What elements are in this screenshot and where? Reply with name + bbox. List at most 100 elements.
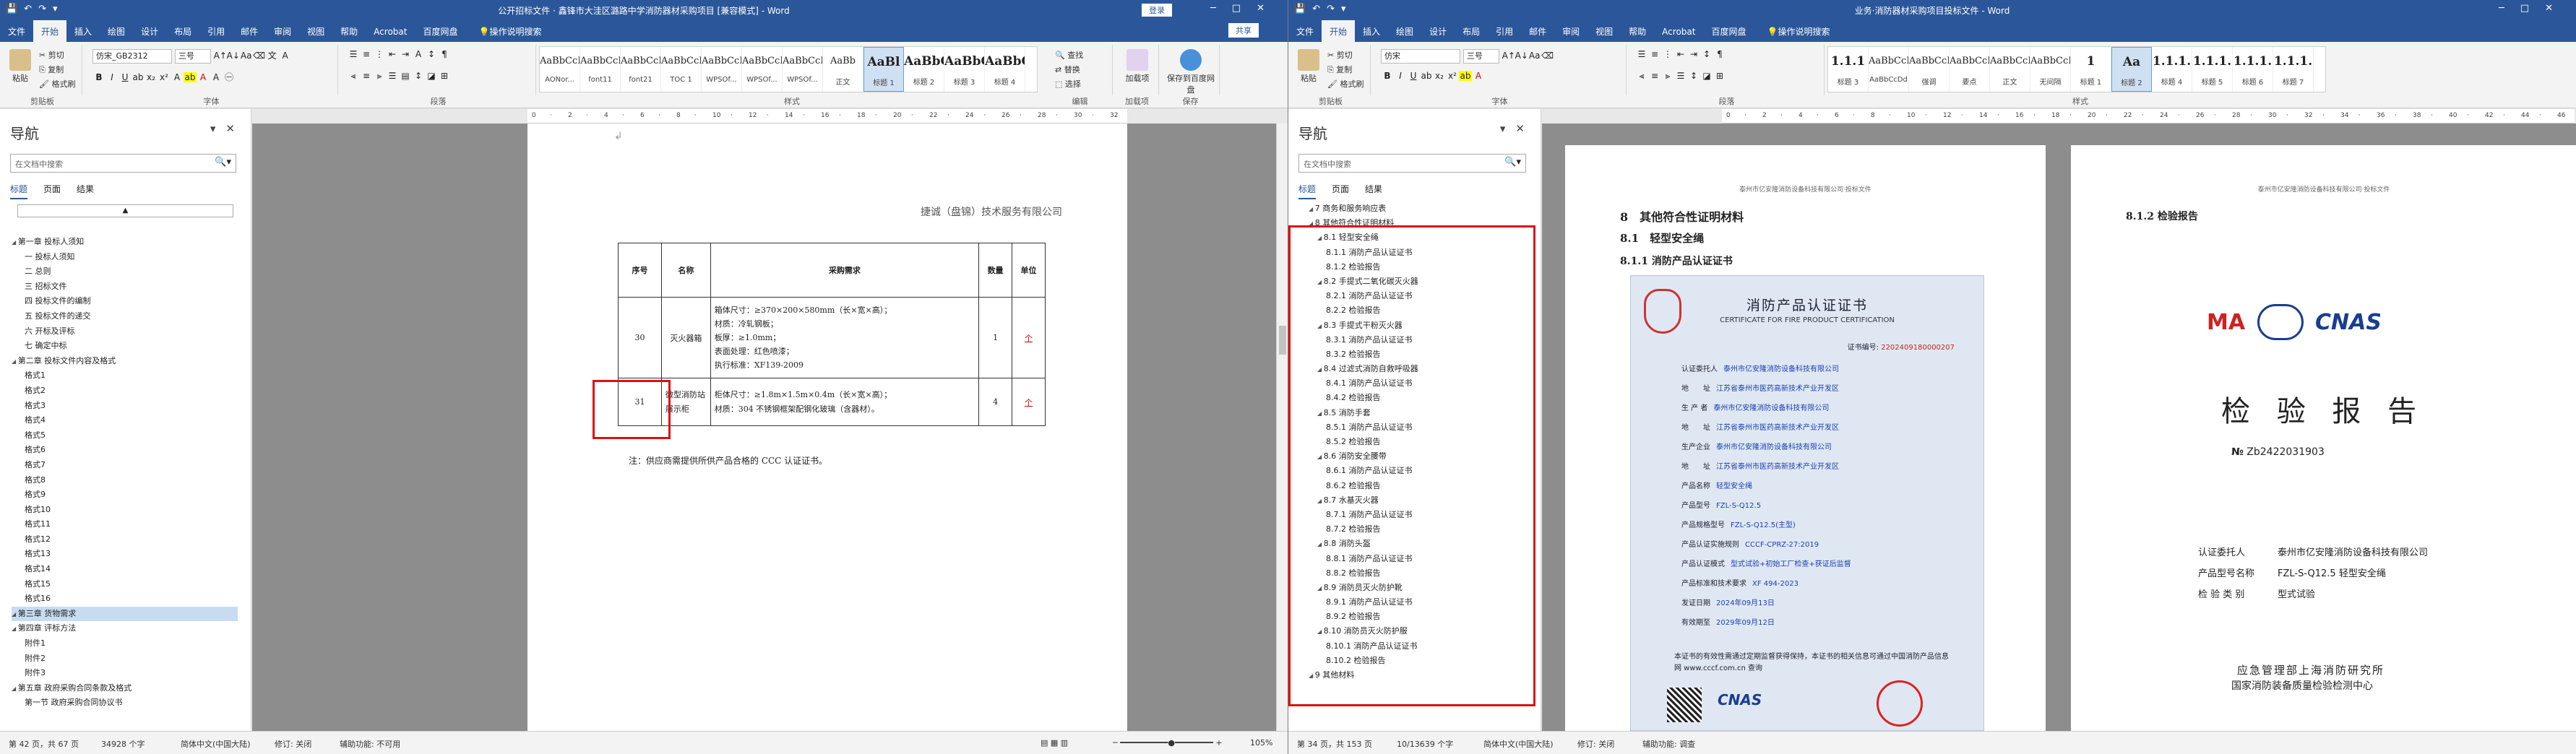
- nav-heading-item[interactable]: 四 投标文件的编制: [12, 294, 238, 309]
- nav-heading-item[interactable]: 格式15: [12, 577, 238, 592]
- cut-button[interactable]: ✂ 剪切: [1327, 49, 1353, 61]
- tab-review[interactable]: 审阅: [266, 20, 299, 42]
- addins-button[interactable]: 加载项: [1121, 49, 1153, 84]
- tab-view[interactable]: 视图: [1588, 20, 1621, 42]
- font-color-icon[interactable]: A: [1472, 71, 1485, 81]
- share-button[interactable]: 共享: [1228, 23, 1259, 38]
- char-border-icon[interactable]: A: [279, 51, 292, 61]
- tab-design[interactable]: 设计: [133, 20, 166, 42]
- font-case-icon[interactable]: Aa: [240, 51, 253, 61]
- copy-button[interactable]: ⎘ 复制: [1327, 64, 1352, 75]
- format-painter-button[interactable]: 🖌 格式刷: [39, 78, 75, 90]
- tab-references[interactable]: 引用: [199, 20, 233, 42]
- multilevel-icon[interactable]: ⋮: [1661, 49, 1674, 59]
- tab-review[interactable]: 审阅: [1554, 20, 1588, 42]
- nav-heading-item[interactable]: 第一节 政府采购合同协议书: [12, 696, 238, 711]
- expand-arrow-icon[interactable]: ◢: [12, 685, 18, 692]
- document-page-2[interactable]: 泰州市亿安隆消防设备科技有限公司·投标文件 8.1.2 检验报告 MA CNAS…: [2071, 145, 2576, 731]
- nav-heading-item[interactable]: 二 总则: [12, 264, 238, 280]
- tab-draw[interactable]: 绘图: [1388, 20, 1421, 42]
- nav-heading-item[interactable]: 三 招标文件: [12, 280, 238, 295]
- table-row[interactable]: 31 微型消防站展示柜 柜体尺寸：≥1.8m×1.5m×0.4m（长×宽×高）；…: [618, 378, 1046, 426]
- tab-layout[interactable]: 布局: [166, 20, 199, 42]
- window-controls[interactable]: ─□✕: [1210, 3, 1280, 14]
- tab-draw[interactable]: 绘图: [100, 20, 133, 42]
- nav-search-input[interactable]: 在文档中搜索 🔍▾: [10, 154, 236, 173]
- italic-icon[interactable]: I: [1394, 71, 1407, 81]
- nav-heading-item[interactable]: 格式8: [12, 473, 238, 488]
- numbering-icon[interactable]: ≡: [360, 49, 373, 59]
- tell-me-search[interactable]: 💡 操作说明搜索: [1754, 20, 1838, 42]
- document-page[interactable]: ↲ 捷诚（盘锦）技术服务有限公司 序号 名称 采购需求 数量 单位 30 灭火器…: [527, 124, 1127, 731]
- nav-tab-pages[interactable]: 页面: [1332, 183, 1349, 198]
- nav-heading-item[interactable]: 附件1: [12, 636, 238, 651]
- shrink-font-icon[interactable]: A↓: [227, 51, 240, 61]
- nav-heading-item[interactable]: 格式2: [12, 384, 238, 399]
- numbering-icon[interactable]: ≡: [1648, 49, 1661, 59]
- strikethrough-icon[interactable]: ab: [1420, 71, 1433, 81]
- status-track-changes[interactable]: 修订: 关闭: [1577, 738, 1614, 750]
- nav-heading-item[interactable]: ◢ 7 商务和服务响应表: [1300, 202, 1528, 216]
- nav-heading-item[interactable]: 六 开标及评标: [12, 324, 238, 339]
- nav-heading-item[interactable]: 附件3: [12, 666, 238, 681]
- tab-acrobat[interactable]: Acrobat: [1654, 22, 1703, 43]
- nav-heading-item[interactable]: 格式16: [12, 592, 238, 607]
- status-language[interactable]: 简体中文(中国大陆): [181, 738, 251, 750]
- increase-indent-icon[interactable]: ⇥: [1687, 49, 1700, 59]
- font-name-select[interactable]: 仿宋_GB2312: [92, 49, 172, 64]
- nav-heading-item[interactable]: 格式7: [12, 458, 238, 473]
- paste-button[interactable]: 粘贴: [1294, 49, 1323, 84]
- highlight-icon[interactable]: ab: [184, 72, 197, 82]
- font-color-icon[interactable]: A: [197, 72, 210, 82]
- shading-icon[interactable]: ◪: [425, 71, 438, 81]
- tab-insert[interactable]: 插入: [66, 20, 100, 42]
- vertical-scrollbar[interactable]: [1276, 124, 1288, 731]
- select-button[interactable]: ⬚ 选择: [1055, 78, 1081, 90]
- status-accessibility[interactable]: 辅助功能: 不可用: [340, 738, 400, 750]
- superscript-icon[interactable]: x²: [1446, 71, 1459, 81]
- nav-controls[interactable]: ▾✕: [210, 122, 245, 135]
- shrink-font-icon[interactable]: A↓: [1515, 51, 1528, 61]
- distributed-icon[interactable]: ▤: [399, 71, 412, 81]
- nav-heading-item[interactable]: 格式13: [12, 547, 238, 562]
- expand-arrow-icon[interactable]: ◢: [12, 625, 18, 632]
- increase-indent-icon[interactable]: ⇥: [399, 49, 412, 59]
- tab-home[interactable]: 开始: [1322, 20, 1356, 42]
- nav-controls[interactable]: ▾✕: [1500, 122, 1535, 135]
- nav-heading-item[interactable]: ◢ 第一章 投标人须知: [12, 235, 238, 250]
- status-track-changes[interactable]: 修订: 关闭: [275, 738, 311, 750]
- strikethrough-icon[interactable]: ab: [132, 72, 145, 82]
- zoom-slider[interactable]: ─ ━━━━━━━━━━●━━━━━━━━ +: [1113, 738, 1223, 748]
- multilevel-icon[interactable]: ⋮: [373, 49, 386, 59]
- phonetic-icon[interactable]: 文: [266, 49, 279, 61]
- certificate-image[interactable]: 消防产品认证证书 CERTIFICATE FOR FIRE PRODUCT CE…: [1630, 275, 1984, 731]
- decrease-indent-icon[interactable]: ⇤: [1674, 49, 1687, 59]
- window-controls[interactable]: ─□✕: [2499, 3, 2569, 14]
- underline-icon[interactable]: U: [1407, 71, 1420, 81]
- bullets-icon[interactable]: ☰: [347, 49, 360, 59]
- table-row[interactable]: 30 灭火器箱 箱体尺寸：≥370×200×580mm（长×宽×高）； 材质：冷…: [618, 297, 1046, 378]
- document-page-1[interactable]: 泰州市亿安隆消防设备科技有限公司·投标文件 8 其他符合性证明材料 8.1 轻型…: [1565, 145, 2046, 731]
- borders-icon[interactable]: ⊞: [438, 71, 451, 81]
- sort-icon[interactable]: ↕: [425, 49, 438, 59]
- shading-icon[interactable]: ◪: [1700, 71, 1713, 81]
- cut-button[interactable]: ✂ 剪切: [39, 49, 64, 61]
- paste-button[interactable]: 粘贴: [6, 49, 35, 84]
- nav-heading-item[interactable]: 格式5: [12, 428, 238, 443]
- highlight-icon[interactable]: ab: [1459, 71, 1472, 81]
- tab-view[interactable]: 视图: [299, 20, 332, 42]
- save-baidu-button[interactable]: 保存到百度网盘: [1165, 49, 1217, 95]
- font-size-select[interactable]: 三号: [174, 49, 211, 64]
- nav-tab-results[interactable]: 结果: [77, 183, 94, 198]
- tab-baidu[interactable]: 百度网盘: [415, 20, 465, 42]
- collapse-up-button[interactable]: ▲: [17, 204, 233, 217]
- status-words[interactable]: 34928 个字: [101, 738, 145, 750]
- format-painter-button[interactable]: 🖌 格式刷: [1327, 78, 1364, 90]
- justify-icon[interactable]: ☰: [386, 71, 399, 81]
- sort-icon[interactable]: ↕: [1700, 49, 1713, 59]
- tab-references[interactable]: 引用: [1488, 20, 1521, 42]
- align-left-icon[interactable]: ⫷: [347, 71, 360, 82]
- find-button[interactable]: 🔍 查找: [1055, 49, 1083, 61]
- align-center-icon[interactable]: ≡: [1648, 71, 1661, 81]
- tab-acrobat[interactable]: Acrobat: [366, 22, 415, 43]
